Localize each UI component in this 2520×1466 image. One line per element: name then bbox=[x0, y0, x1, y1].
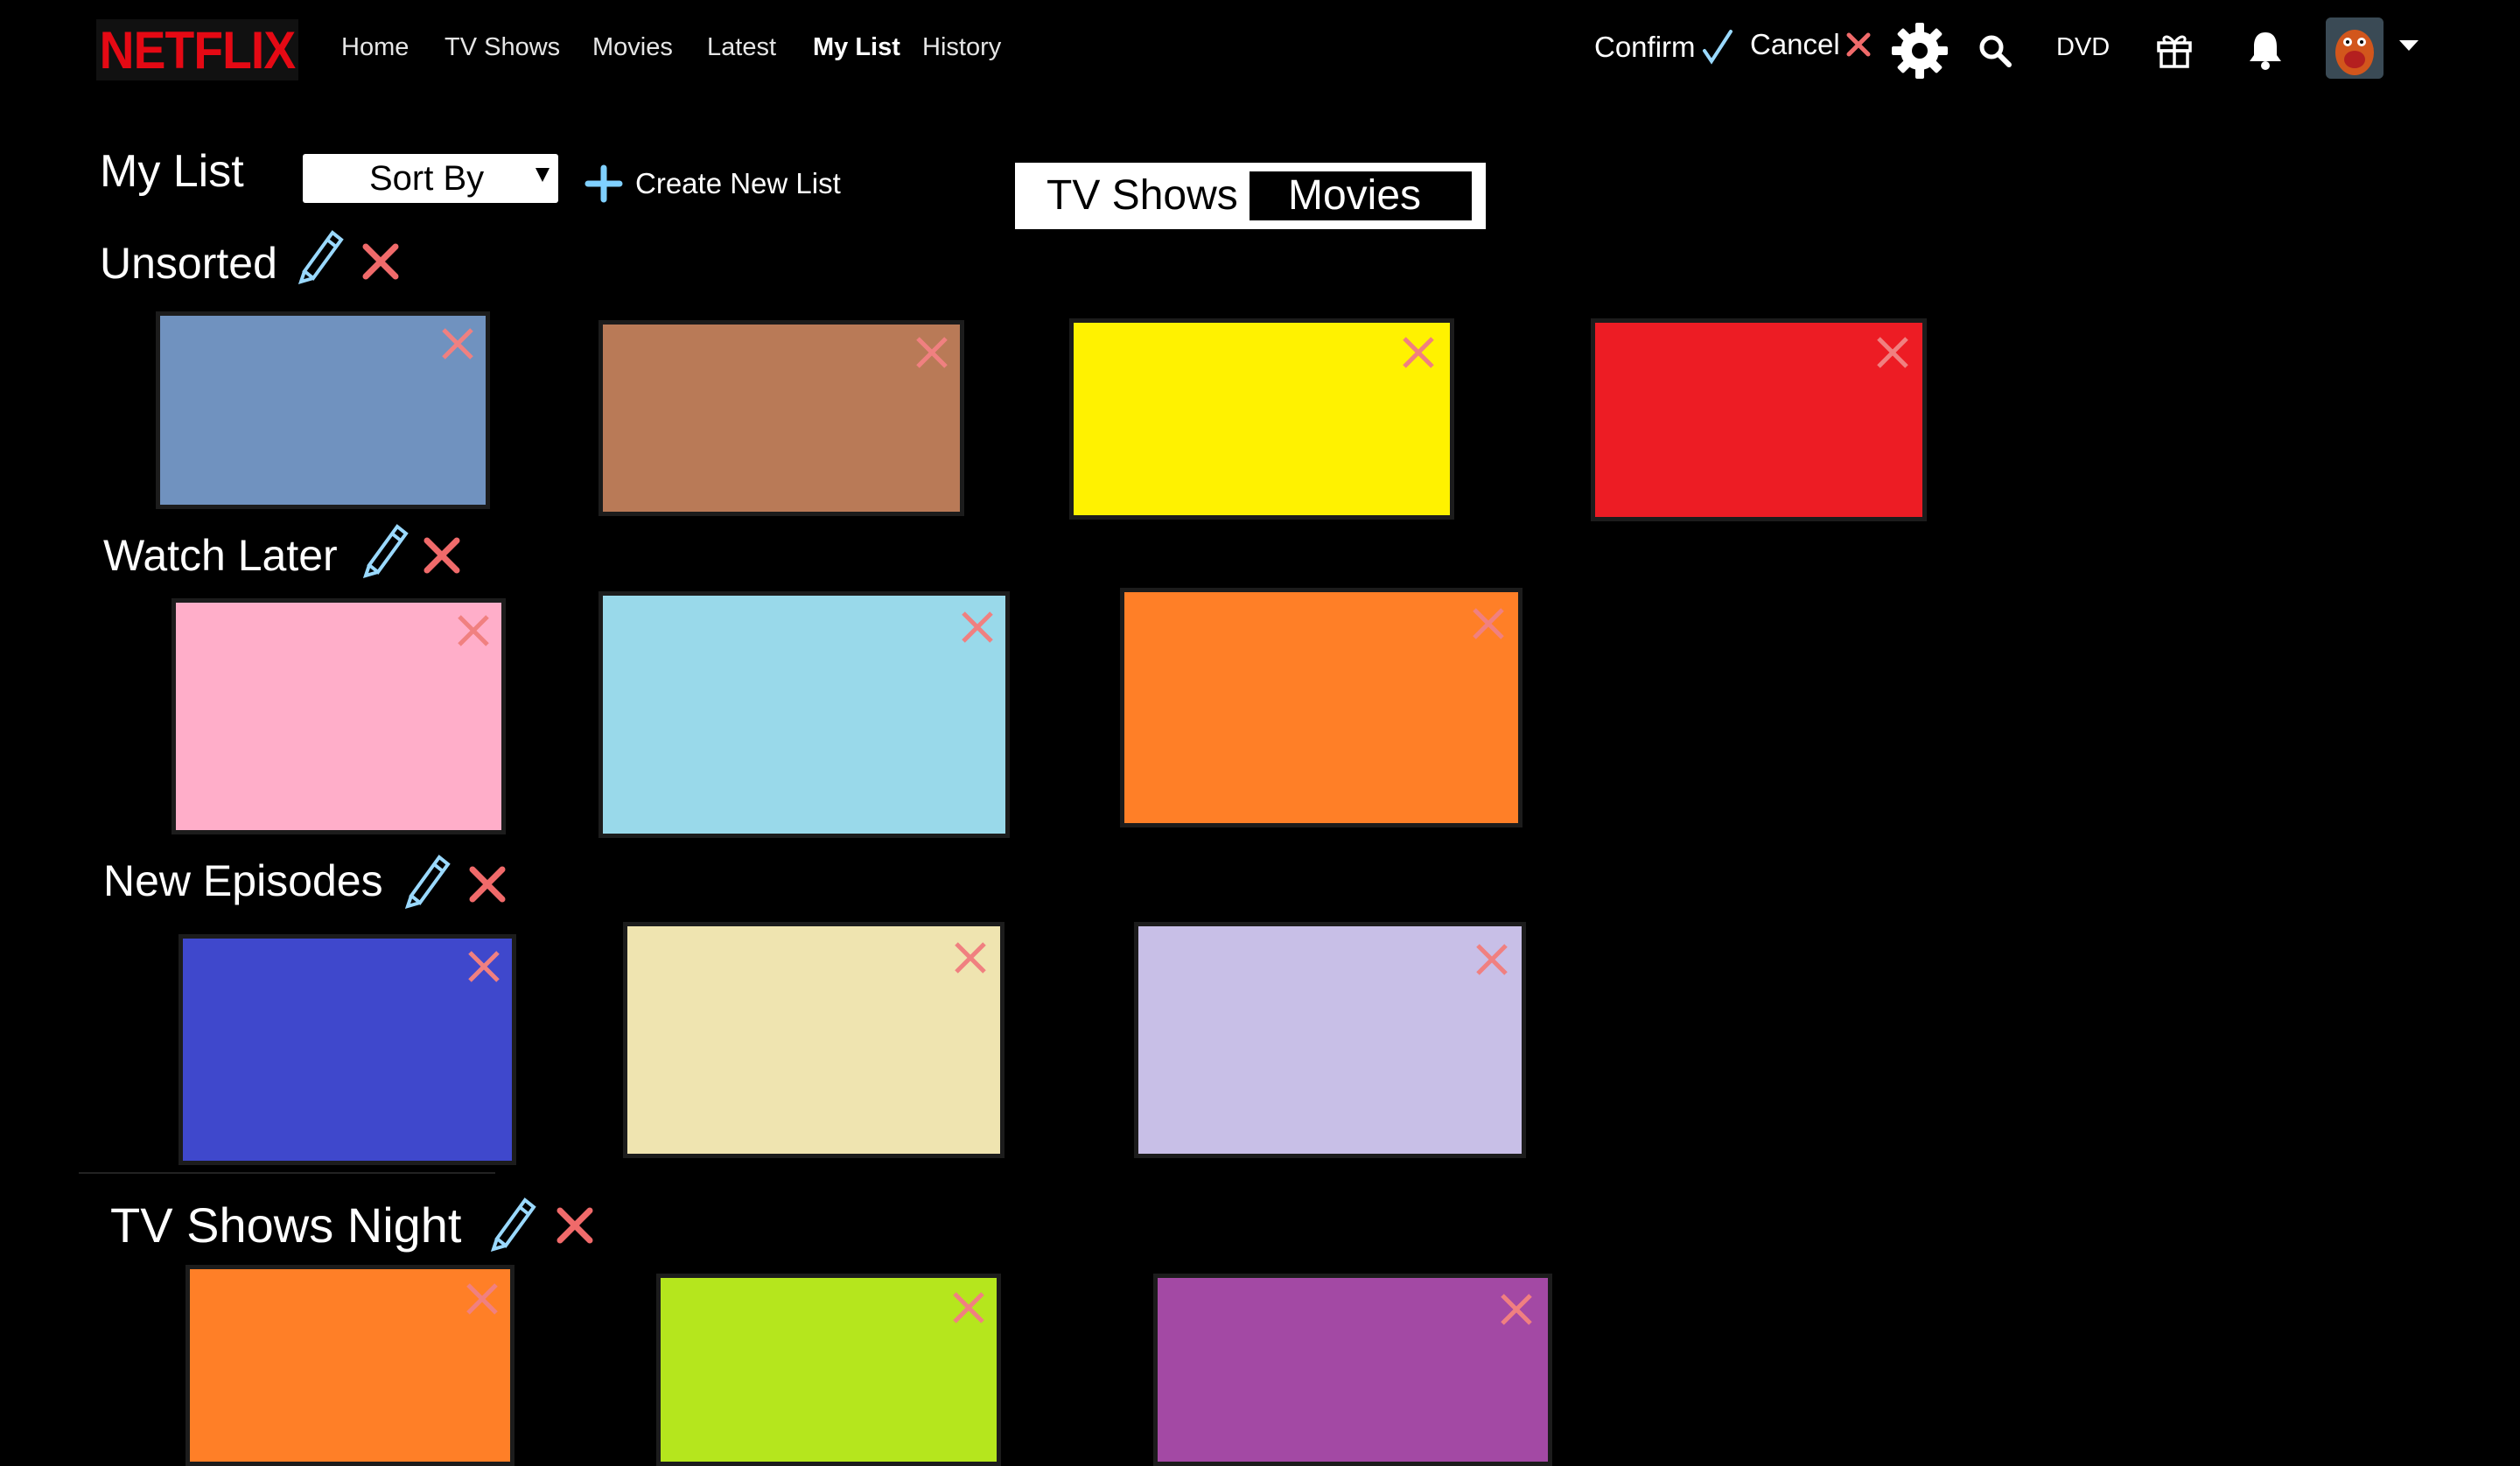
edit-pencil-icon[interactable] bbox=[485, 1191, 539, 1253]
content-type-toggle: TV Shows Movies bbox=[1015, 163, 1486, 229]
remove-item-icon[interactable] bbox=[1399, 333, 1438, 372]
list-item[interactable] bbox=[656, 1274, 1001, 1466]
edit-pencil-icon[interactable] bbox=[292, 224, 346, 285]
dvd-link[interactable]: DVD bbox=[2056, 33, 2110, 62]
list-title: Watch Later bbox=[103, 531, 338, 580]
nav-history[interactable]: History bbox=[922, 33, 1001, 62]
gift-icon[interactable] bbox=[2154, 30, 2194, 70]
remove-item-icon[interactable] bbox=[913, 333, 951, 372]
settings-gear-icon[interactable] bbox=[1886, 19, 1953, 82]
list-item[interactable] bbox=[1069, 318, 1454, 520]
confirm-label: Confirm bbox=[1594, 31, 1696, 63]
list-item[interactable] bbox=[172, 598, 506, 834]
nav-tv-shows[interactable]: TV Shows bbox=[444, 33, 560, 62]
nav-latest[interactable]: Latest bbox=[707, 33, 776, 62]
list-item[interactable] bbox=[1153, 1274, 1552, 1466]
remove-item-icon[interactable] bbox=[1873, 333, 1912, 372]
plus-icon bbox=[584, 164, 623, 203]
remove-item-icon[interactable] bbox=[465, 947, 503, 986]
page-title: My List bbox=[100, 146, 244, 197]
delete-list-icon[interactable] bbox=[422, 535, 462, 576]
chevron-down-icon[interactable] bbox=[2399, 40, 2418, 51]
list-item[interactable] bbox=[1134, 922, 1526, 1158]
confirm-button[interactable]: Confirm bbox=[1594, 28, 1736, 66]
create-new-list-label: Create New List bbox=[635, 167, 841, 199]
dropdown-arrow-icon bbox=[536, 168, 550, 182]
bell-icon[interactable] bbox=[2245, 28, 2286, 72]
check-icon bbox=[1702, 30, 1732, 65]
toggle-tv-shows[interactable]: TV Shows bbox=[1046, 163, 1238, 229]
cancel-label: Cancel bbox=[1750, 28, 1840, 60]
list-item[interactable] bbox=[1591, 318, 1927, 521]
list-item[interactable] bbox=[598, 320, 964, 516]
avatar[interactable] bbox=[2326, 17, 2384, 79]
remove-item-icon[interactable] bbox=[463, 1280, 501, 1318]
remove-item-icon[interactable] bbox=[438, 325, 477, 363]
list-item[interactable] bbox=[186, 1265, 514, 1466]
list-item[interactable] bbox=[178, 934, 516, 1165]
list-item[interactable] bbox=[623, 922, 1004, 1158]
remove-item-icon[interactable] bbox=[1469, 604, 1508, 643]
cancel-button[interactable]: Cancel bbox=[1750, 28, 1873, 61]
list-title: Unsorted bbox=[100, 239, 277, 288]
nav-movies[interactable]: Movies bbox=[592, 33, 673, 62]
remove-item-icon[interactable] bbox=[949, 1288, 988, 1327]
divider bbox=[79, 1172, 495, 1174]
nav-my-list[interactable]: My List bbox=[813, 33, 900, 62]
delete-list-icon[interactable] bbox=[360, 241, 401, 282]
sort-by-dropdown[interactable]: Sort By bbox=[303, 154, 558, 203]
list-item[interactable] bbox=[156, 311, 490, 509]
create-new-list-button[interactable]: Create New List bbox=[584, 164, 841, 203]
netflix-logo[interactable]: NETFLIX bbox=[96, 19, 298, 80]
delete-list-icon[interactable] bbox=[467, 864, 508, 904]
remove-item-icon[interactable] bbox=[958, 608, 997, 646]
list-item[interactable] bbox=[1120, 588, 1522, 827]
list-title: New Episodes bbox=[103, 856, 383, 905]
edit-pencil-icon[interactable] bbox=[399, 848, 453, 910]
toggle-movies[interactable]: Movies bbox=[1250, 171, 1472, 220]
list-item[interactable] bbox=[598, 591, 1010, 838]
sort-by-label: Sort By bbox=[369, 159, 485, 198]
remove-item-icon[interactable] bbox=[951, 939, 990, 977]
remove-item-icon[interactable] bbox=[1473, 940, 1511, 979]
close-icon bbox=[1846, 32, 1871, 57]
list-title: TV Shows Night bbox=[110, 1197, 462, 1253]
remove-item-icon[interactable] bbox=[454, 611, 493, 650]
edit-pencil-icon[interactable] bbox=[357, 518, 411, 579]
remove-item-icon[interactable] bbox=[1497, 1290, 1536, 1329]
nav-home[interactable]: Home bbox=[341, 33, 409, 62]
search-icon[interactable] bbox=[1976, 31, 2014, 70]
delete-list-icon[interactable] bbox=[555, 1205, 595, 1246]
